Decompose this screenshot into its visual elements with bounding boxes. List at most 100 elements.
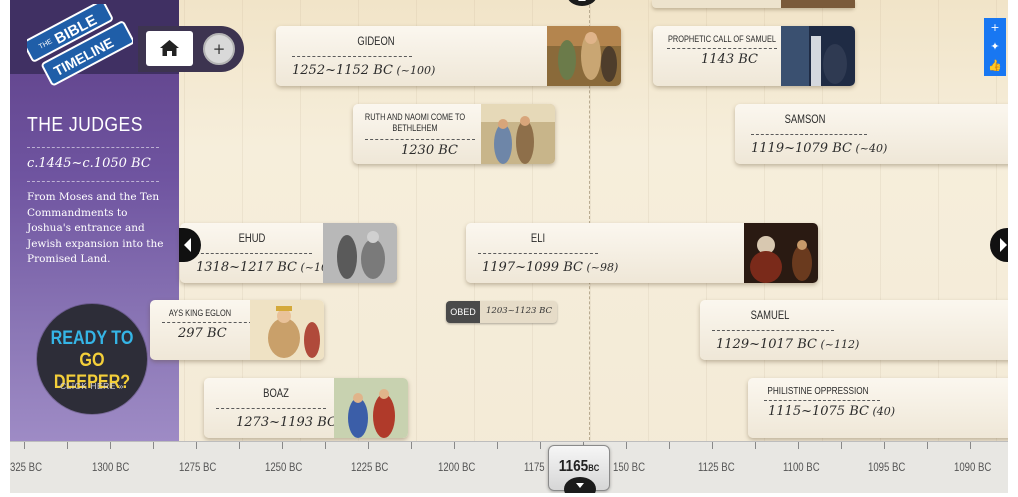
event-dates: 1203~1123 BC: [486, 306, 552, 316]
ruler-tick: [884, 442, 885, 449]
ruler-tick: [841, 442, 842, 449]
divider: [478, 253, 598, 254]
event-dates: 1119~1079 BC (~40): [751, 141, 887, 156]
event-date-range: 1115~1075 BC: [768, 404, 869, 419]
ruler-label: 325 BC: [10, 460, 43, 474]
ruler-label: 1225 BC: [351, 460, 389, 474]
ruler-tick: [153, 442, 154, 449]
event-title: PROPHETIC CALL OF SAMUEL: [667, 34, 776, 44]
current-year-value: 1165: [558, 458, 589, 475]
ruler-tick: [411, 442, 412, 449]
event-title: EHUD: [238, 233, 266, 245]
event-dates: 1115~1075 BC (40): [768, 404, 895, 419]
ruler-tick: [454, 442, 455, 449]
ruler-label: 1300 BC: [92, 460, 130, 474]
event-card-eglon[interactable]: AYS KING EGLON 297 BC: [150, 300, 324, 360]
divider: [216, 408, 326, 409]
event-card-philistine[interactable]: PHILISTINE OPPRESSION 1115~1075 BC (40): [748, 378, 1008, 438]
event-image: [323, 223, 397, 283]
event-date-range: 1230 BC: [401, 143, 458, 158]
event-card-prophetic-call[interactable]: PROPHETIC CALL OF SAMUEL 1143 BC: [653, 26, 855, 86]
divider: [27, 181, 159, 182]
top-scroll-knob[interactable]: [567, 0, 597, 6]
ruler-label: 1125 BC: [698, 460, 735, 474]
ruler-tick: [24, 442, 25, 449]
ruler-tick: [755, 442, 756, 449]
event-date-range: 1143 BC: [701, 52, 758, 67]
event-title: RUTH AND NAOMI COME TO BETHLEHEM: [364, 112, 466, 133]
ruler-tick: [239, 442, 240, 449]
timeline-viewport[interactable]: THE BIBLE TIMELINE THE JUDGES c.1445~c.1…: [10, 0, 1008, 493]
arrow-right-icon: [1000, 238, 1007, 252]
current-year-suffix: BC: [588, 463, 600, 473]
divider: [27, 147, 159, 148]
event-date-range: 1252~1152 BC: [292, 63, 393, 78]
event-image: [250, 300, 324, 360]
event-date-range: 1197~1099 BC: [482, 260, 583, 275]
event-duration: (~40): [855, 142, 888, 155]
event-title: SAMUEL: [750, 310, 790, 322]
ruler-tick: [196, 442, 197, 449]
event-card-samuel[interactable]: SAMUEL 1129~1017 BC (~112): [700, 300, 1008, 360]
event-card-ruth-naomi[interactable]: RUTH AND NAOMI COME TO BETHLEHEM 1230 BC: [353, 104, 555, 164]
ruler-label: 1200 BC: [438, 460, 476, 474]
event-title: PHILISTINE OPPRESSION: [767, 386, 869, 397]
home-icon: [160, 40, 179, 56]
event-card-obed[interactable]: OBED 1203~1123 BC: [446, 301, 557, 323]
arrow-left-icon: [184, 238, 191, 252]
event-dates: 1230 BC: [401, 143, 458, 158]
like-icon[interactable]: 👍: [984, 56, 1006, 75]
scroll-right-button[interactable]: [990, 228, 1008, 262]
event-card-partial[interactable]: [652, 0, 855, 8]
event-image: [781, 0, 855, 8]
divider: [196, 253, 312, 254]
divider: [162, 322, 252, 323]
event-card-samson[interactable]: SAMSON 1119~1079 BC (~40): [735, 104, 1008, 164]
ruler-tick: [67, 442, 68, 449]
ruler-tick: [669, 442, 670, 449]
current-year: 1165BC: [554, 458, 605, 476]
divider: [365, 139, 475, 140]
event-dates: 1197~1099 BC (~98): [482, 260, 618, 275]
bible-timeline-logo[interactable]: THE BIBLE TIMELINE: [23, 0, 135, 86]
event-card-eli[interactable]: ELI 1197~1099 BC (~98): [466, 223, 818, 283]
share-icon[interactable]: +: [984, 18, 1006, 37]
ruler-tick: [970, 442, 971, 449]
ruler-label: 1090 BC: [954, 460, 992, 474]
timeline-ruler[interactable]: 325 BC 1300 BC 1275 BC 1250 BC 1225 BC 1200 B…: [10, 441, 1008, 493]
ruler-tick: [282, 442, 283, 449]
plus-icon: +: [212, 40, 226, 58]
ruler-tick: [368, 442, 369, 449]
divider: [667, 48, 777, 49]
go-deeper-button[interactable]: READY TO GO DEEPER? CLICK HERE »: [37, 304, 147, 414]
event-card-ehud[interactable]: EHUD 1318~1217 BC (~101): [180, 223, 397, 283]
cta-line3: CLICK HERE »: [59, 381, 125, 391]
ruler-tick: [110, 442, 111, 449]
zoom-in-button[interactable]: +: [203, 33, 235, 65]
era-description: From Moses and the Ten Commandments to J…: [27, 191, 164, 265]
social-share-bar: + ✦ 👍: [984, 18, 1006, 76]
event-card-boaz[interactable]: BOAZ 1273~1193 BC: [204, 378, 408, 438]
divider: [751, 134, 867, 135]
era-dates: c.1445~c.1050 BC: [27, 156, 151, 171]
event-card-gideon[interactable]: GIDEON 1252~1152 BC (~100): [276, 26, 621, 86]
ruler-label: 1250 BC: [265, 460, 303, 474]
ruler-tick: [325, 442, 326, 449]
ruler-label: 1175: [524, 460, 545, 474]
divider: [764, 400, 880, 401]
event-image: [781, 26, 855, 86]
ruler-tick: [497, 442, 498, 449]
ruler-tick: [540, 442, 541, 449]
event-image: [334, 378, 408, 438]
event-dates: 1252~1152 BC (~100): [292, 63, 435, 78]
event-date-range: 1273~1193 BC: [236, 415, 337, 430]
divider: [712, 330, 834, 331]
home-button[interactable]: [146, 31, 193, 66]
event-date-range: 1318~1217 BC: [196, 260, 297, 275]
cta-line1: READY TO: [50, 328, 134, 349]
twitter-icon[interactable]: ✦: [984, 37, 1006, 56]
event-dates: 297 BC: [178, 326, 227, 341]
ruler-tick: [927, 442, 928, 449]
event-duration: (~112): [820, 338, 860, 351]
event-date-range: 1119~1079 BC: [751, 141, 852, 156]
